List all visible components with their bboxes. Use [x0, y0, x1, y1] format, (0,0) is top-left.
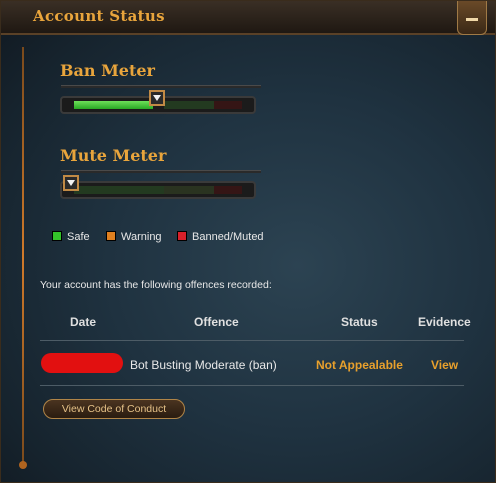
mute-meter-marker: [63, 175, 79, 191]
evidence-view-link[interactable]: View: [431, 358, 458, 372]
minus-icon: [466, 18, 478, 21]
account-status-window: Account Status Ban Meter Mute Meter Safe…: [0, 0, 496, 483]
legend-swatch-banned: [177, 231, 187, 241]
window-title: Account Status: [33, 7, 165, 25]
ban-meter-label: Ban Meter: [60, 61, 155, 80]
decorative-divider: [22, 47, 24, 467]
mute-meter-warning-zone: [164, 186, 214, 194]
offence-name: Bot Busting Moderate (ban): [130, 358, 277, 372]
legend-label-warning: Warning: [121, 231, 162, 243]
legend-banned: Banned/Muted: [177, 231, 264, 243]
col-status: Status: [341, 315, 378, 329]
view-code-of-conduct-button[interactable]: View Code of Conduct: [43, 399, 185, 419]
redacted-date: [41, 353, 123, 373]
legend-swatch-warning: [106, 231, 116, 241]
divider-end-dot: [19, 461, 27, 469]
ban-meter-rule: [61, 85, 261, 88]
legend-label-banned: Banned/Muted: [192, 231, 264, 243]
title-bar: Account Status: [1, 1, 495, 35]
mute-meter-rule: [61, 170, 261, 173]
table-header-divider: [40, 340, 464, 341]
ban-meter-safe-zone: [164, 101, 214, 109]
offence-status: Not Appealable: [316, 358, 403, 372]
legend-label-safe: Safe: [67, 231, 90, 243]
ban-meter-danger-zone: [214, 101, 242, 109]
minimize-button[interactable]: [457, 1, 487, 35]
legend-warning: Warning: [106, 231, 162, 243]
offences-intro: Your account has the following offences …: [40, 279, 272, 291]
mute-meter-track: [60, 181, 256, 199]
mute-meter-danger-zone: [214, 186, 242, 194]
legend-safe: Safe: [52, 231, 90, 243]
legend-swatch-safe: [52, 231, 62, 241]
col-date: Date: [70, 315, 97, 329]
ban-meter-marker: [149, 90, 165, 106]
col-evidence: Evidence: [418, 315, 471, 329]
mute-meter-safe-zone: [74, 186, 164, 194]
col-offence: Offence: [194, 315, 239, 329]
ban-meter-fill: [74, 101, 153, 109]
mute-meter-label: Mute Meter: [60, 146, 167, 165]
table-row-divider: [40, 385, 464, 386]
